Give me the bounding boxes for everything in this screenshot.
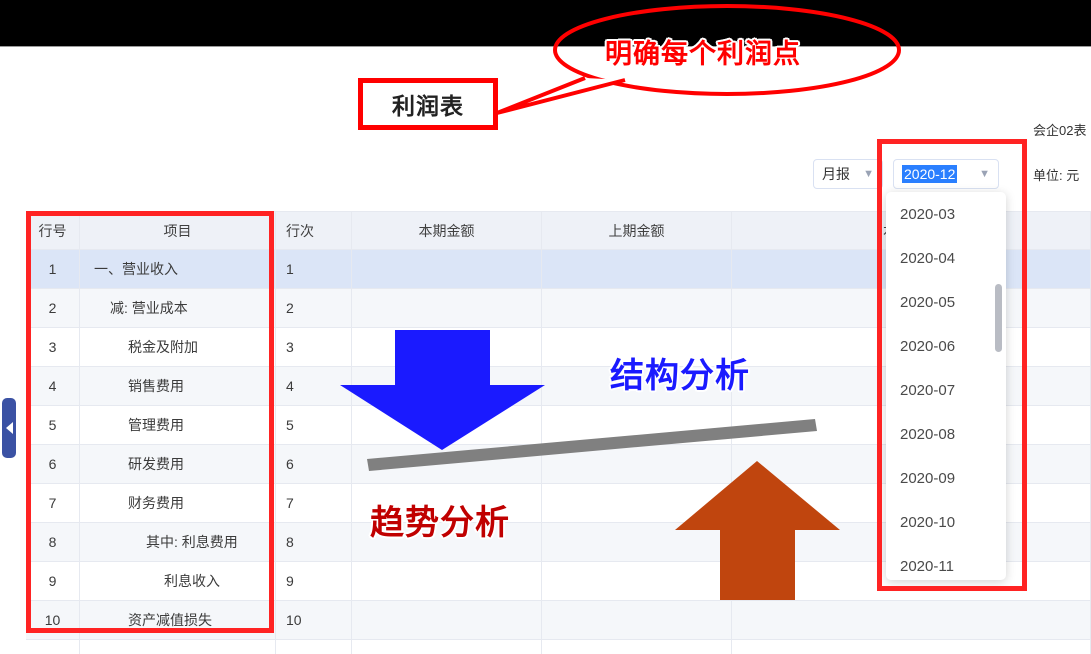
page-title: 利润表: [392, 93, 464, 119]
cell-current-amount: [352, 562, 542, 600]
dropdown-option[interactable]: 2020-08: [886, 412, 1006, 456]
callout-text: 明确每个利润点: [604, 38, 801, 70]
cell-item-name: [80, 640, 276, 654]
dropdown-option[interactable]: 2020-10: [886, 500, 1006, 544]
unit-label: 单位: 元: [1033, 168, 1080, 183]
cell-item-name: 研发费用: [80, 445, 276, 483]
cell-current-amount: [352, 367, 542, 405]
cell-current-amount: [352, 640, 542, 654]
dropdown-option[interactable]: 2020-11: [886, 544, 1006, 580]
callout-tail: [495, 76, 626, 115]
cell-previous-amount: [542, 406, 732, 444]
sheet-code-label: 会企02表: [1033, 123, 1087, 138]
chevron-down-icon: ▼: [863, 167, 874, 180]
cell-line-number: 6: [276, 445, 352, 483]
collapse-panel-handle[interactable]: [2, 398, 16, 458]
cell-row-number: 6: [26, 445, 80, 483]
cell-line-number: 8: [276, 523, 352, 561]
cell-row-number: 8: [26, 523, 80, 561]
period-type-value: 月报: [822, 166, 850, 182]
table-row[interactable]: 10 资产减值损失 10: [26, 601, 1091, 640]
cell-item-name: 其中: 利息费用: [80, 523, 276, 561]
chevron-left-icon: [5, 422, 13, 434]
cell-row-number: 3: [26, 328, 80, 366]
cell-row-number: 7: [26, 484, 80, 522]
column-header-item-name: 项目: [80, 212, 276, 249]
cell-line-number: 5: [276, 406, 352, 444]
dropdown-option[interactable]: 2020-04: [886, 236, 1006, 280]
cell-item-name: 一、营业收入: [80, 250, 276, 288]
table-row[interactable]: [26, 640, 1091, 654]
cell-item-name: 资产减值损失: [80, 601, 276, 639]
cell-previous-amount: [542, 601, 732, 639]
cell-item-name: 税金及附加: [80, 328, 276, 366]
column-header-line-number: 行次: [276, 212, 352, 249]
dropdown-scrollbar[interactable]: [995, 284, 1002, 352]
cell-previous-amount: [542, 562, 732, 600]
cell-item-name: 管理费用: [80, 406, 276, 444]
cell-item-name: 财务费用: [80, 484, 276, 522]
column-header-previous-amount: 上期金额: [542, 212, 732, 249]
month-dropdown-list[interactable]: 2020-03 2020-04 2020-05 2020-06 2020-07 2020-…: [886, 192, 1006, 580]
cell-row-number: 2: [26, 289, 80, 327]
dropdown-option[interactable]: 2020-03: [886, 192, 1006, 236]
cell-line-number: 3: [276, 328, 352, 366]
period-type-select[interactable]: 月报 ▼: [813, 159, 883, 189]
trend-analysis-label: 趋势分析: [370, 504, 510, 542]
structure-analysis-label: 结构分析: [610, 357, 750, 395]
month-select[interactable]: 2020-12 ▼: [893, 159, 999, 189]
cell-item-name: 减: 营业成本: [80, 289, 276, 327]
dropdown-option[interactable]: 2020-05: [886, 280, 1006, 324]
dropdown-option[interactable]: 2020-07: [886, 368, 1006, 412]
top-black-bar: [0, 0, 1091, 47]
cell-line-number: 2: [276, 289, 352, 327]
column-header-current-amount: 本期金额: [352, 212, 542, 249]
cell-row-number: 1: [26, 250, 80, 288]
cell-previous-amount: [542, 484, 732, 522]
cell-line-number: 9: [276, 562, 352, 600]
cell-line-number: [276, 640, 352, 654]
cell-row-number: 5: [26, 406, 80, 444]
report-title-box: 利润表: [358, 78, 498, 130]
cell-current-amount: [352, 445, 542, 483]
cell-previous-amount: [542, 445, 732, 483]
cell-line-number: 7: [276, 484, 352, 522]
chevron-down-icon: ▼: [979, 167, 990, 180]
month-select-value: 2020-12: [902, 165, 958, 183]
cell-previous-amount: [542, 640, 732, 654]
column-header-row-number: 行号: [26, 212, 80, 249]
cell-year-amount: [732, 640, 1091, 654]
cell-row-number: [26, 640, 80, 654]
cell-line-number: 10: [276, 601, 352, 639]
dropdown-option[interactable]: 2020-06: [886, 324, 1006, 368]
cell-previous-amount: [542, 523, 732, 561]
cell-previous-amount: [542, 250, 732, 288]
dropdown-option[interactable]: 2020-09: [886, 456, 1006, 500]
cell-item-name: 销售费用: [80, 367, 276, 405]
cell-line-number: 1: [276, 250, 352, 288]
cell-current-amount: [352, 328, 542, 366]
cell-year-amount: [732, 601, 1091, 639]
app-root: 行号项目行次本期金额上期金额本年金额1一、营业收入12减: 营业成本23税金及附…: [0, 0, 1091, 654]
cell-current-amount: [352, 601, 542, 639]
cell-current-amount: [352, 250, 542, 288]
cell-row-number: 4: [26, 367, 80, 405]
cell-current-amount: [352, 289, 542, 327]
cell-line-number: 4: [276, 367, 352, 405]
cell-row-number: 9: [26, 562, 80, 600]
cell-current-amount: [352, 406, 542, 444]
cell-item-name: 利息收入: [80, 562, 276, 600]
cell-previous-amount: [542, 289, 732, 327]
cell-row-number: 10: [26, 601, 80, 639]
